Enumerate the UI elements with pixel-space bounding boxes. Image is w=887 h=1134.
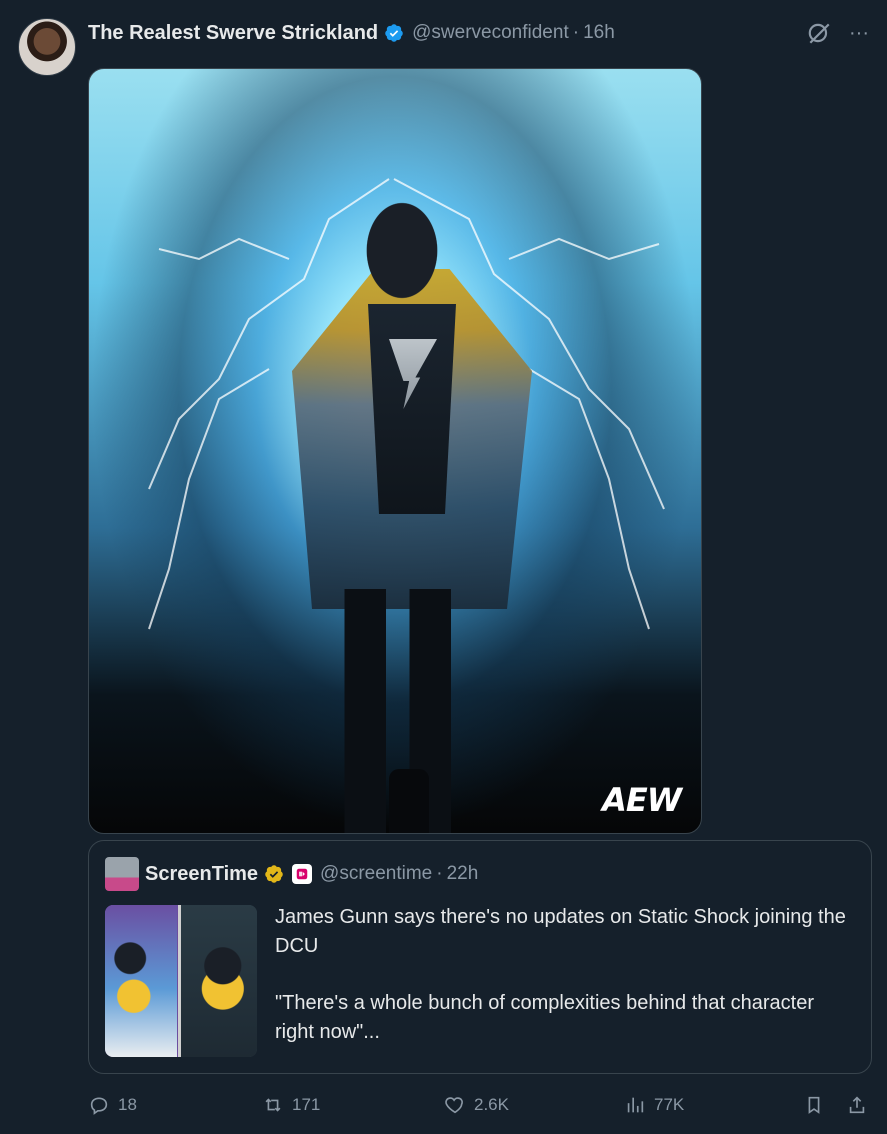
verified-gold-badge-icon — [264, 864, 284, 884]
verified-badge-icon — [384, 23, 404, 43]
share-icon — [849, 1096, 865, 1114]
aew-logo: AEW — [602, 781, 682, 819]
quoted-author-avatar[interactable] — [105, 857, 139, 891]
quoted-post[interactable]: ScreenTime @screentime · 22h James Gunn … — [88, 840, 872, 1074]
views-count: 77K — [654, 1095, 685, 1114]
bookmark-button[interactable] — [803, 1090, 833, 1120]
quoted-post-header: ScreenTime @screentime · 22h — [145, 859, 478, 889]
quoted-post-thumbnail[interactable] — [105, 905, 257, 1057]
reply-icon — [90, 1097, 108, 1115]
post-time[interactable]: 16h — [583, 22, 615, 44]
tweet: The Realest Swerve Strickland @swervecon… — [0, 0, 887, 1134]
quoted-author-handle[interactable]: @screentime — [320, 863, 432, 885]
comic-panel-left — [105, 905, 177, 1057]
separator-dot: · — [572, 22, 580, 43]
post-image[interactable]: AEW — [88, 68, 702, 834]
author-display-name[interactable]: The Realest Swerve Strickland — [88, 22, 378, 45]
author-handle[interactable]: @swerveconfident — [412, 22, 569, 44]
reply-count: 18 — [118, 1095, 137, 1114]
figure-boots — [389, 769, 429, 833]
heart-icon — [445, 1097, 463, 1114]
quoted-author-display-name[interactable]: ScreenTime — [145, 863, 258, 886]
like-count: 2.6K — [474, 1095, 509, 1114]
quoted-post-text-line-2: "There's a whole bunch of complexities b… — [275, 992, 814, 1043]
affiliate-badge-icon[interactable] — [292, 864, 313, 884]
repost-icon — [265, 1098, 281, 1112]
action-bar: 18 171 2.6K 77K — [88, 1090, 870, 1120]
quoted-post-text[interactable]: James Gunn says there's no updates on St… — [275, 903, 855, 1047]
author-avatar[interactable] — [18, 18, 76, 76]
quoted-post-time[interactable]: 22h — [447, 863, 479, 885]
reply-button[interactable]: 18 — [88, 1090, 137, 1120]
share-button[interactable] — [846, 1090, 876, 1120]
more-options-icon[interactable]: ··· — [846, 20, 872, 46]
comic-panel-right — [181, 905, 257, 1057]
tweet-header: The Realest Swerve Strickland @swervecon… — [88, 18, 615, 48]
separator-dot: · — [436, 863, 443, 884]
figure-head — [357, 201, 447, 311]
views-button[interactable]: 77K — [624, 1090, 684, 1120]
repost-count: 171 — [292, 1095, 321, 1114]
bookmark-icon — [808, 1096, 820, 1114]
repost-button[interactable]: 171 — [262, 1090, 320, 1120]
quoted-post-text-line-1: James Gunn says there's no updates on St… — [275, 906, 846, 957]
grok-icon[interactable] — [806, 20, 832, 46]
views-bar-chart-icon — [627, 1097, 644, 1113]
like-button[interactable]: 2.6K — [444, 1090, 509, 1120]
